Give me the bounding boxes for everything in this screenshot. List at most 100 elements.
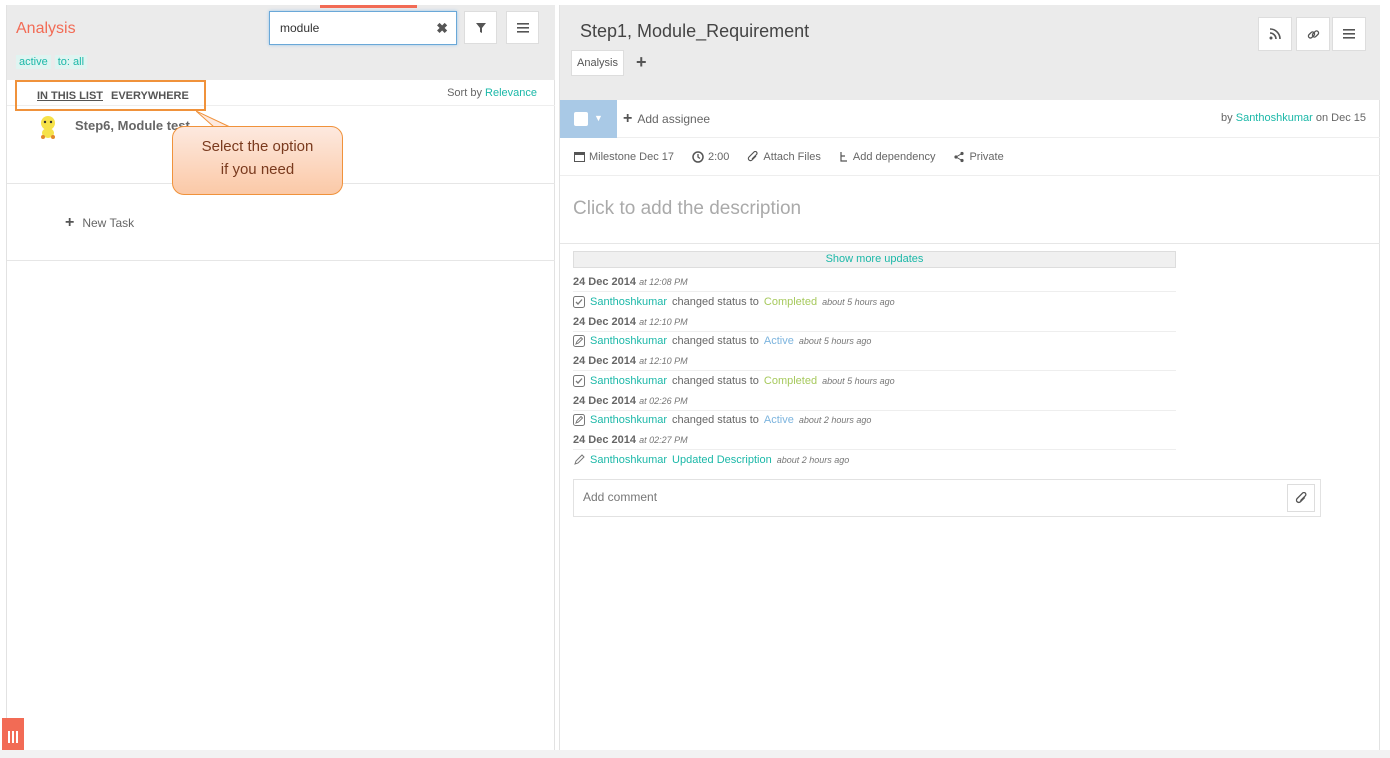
update-date-text: 24 Dec 2014 xyxy=(573,276,636,288)
update-time: at 12:08 PM xyxy=(639,277,688,287)
status-dropdown[interactable]: ▼ xyxy=(560,100,617,138)
update-date: 24 Dec 2014 at 12:08 PM xyxy=(573,273,1176,291)
link-button[interactable] xyxy=(1296,17,1330,51)
update-action[interactable]: Updated Description xyxy=(672,454,772,466)
by-label: by xyxy=(1221,112,1233,124)
update-ago: about 2 hours ago xyxy=(798,415,872,426)
task-title[interactable]: Step1, Module_Requirement xyxy=(580,21,809,42)
milestone-button[interactable]: Milestone Dec 17 xyxy=(574,151,674,163)
milestone-label: Milestone Dec 17 xyxy=(589,150,674,163)
funnel-icon xyxy=(475,22,486,33)
update-date-text: 24 Dec 2014 xyxy=(573,434,636,447)
sort-value-link[interactable]: Relevance xyxy=(485,87,537,99)
filter-tag-active[interactable]: active xyxy=(16,55,51,69)
update-line: Santhoshkumar Updated Description about … xyxy=(573,449,1176,469)
update-item: 24 Dec 2014 at 12:10 PM Santhoshkumar ch… xyxy=(573,313,1176,353)
hamburger-icon xyxy=(1343,29,1355,39)
add-assignee-button[interactable]: + Add assignee xyxy=(623,110,710,128)
new-task-button[interactable]: + New Task xyxy=(65,214,134,232)
top-accent-bar xyxy=(320,5,417,8)
update-user-link[interactable]: Santhoshkumar xyxy=(590,375,667,387)
update-time: at 12:10 PM xyxy=(639,316,688,327)
creator-link[interactable]: Santhoshkumar xyxy=(1236,112,1313,124)
clear-search-icon[interactable]: ✖ xyxy=(436,20,448,37)
update-date: 24 Dec 2014 at 12:10 PM xyxy=(573,352,1176,370)
checkbox-checked-icon xyxy=(573,295,585,308)
update-action: changed status to xyxy=(672,374,759,387)
update-ago: about 2 hours ago xyxy=(776,454,850,465)
list-menu-button[interactable] xyxy=(506,11,539,44)
link-icon xyxy=(1307,29,1319,39)
update-time: at 02:27 PM xyxy=(639,435,688,446)
update-item: 24 Dec 2014 at 02:27 PM Santhoshkumar Up… xyxy=(573,431,1176,471)
update-user-link[interactable]: Santhoshkumar xyxy=(590,454,667,466)
privacy-button[interactable]: Private xyxy=(953,150,1004,163)
status-checkbox[interactable] xyxy=(574,112,588,126)
scope-everywhere[interactable]: EVERYWHERE xyxy=(111,90,189,102)
task-list-panel: Analysis active to: all ✖ IN THIS LIST E… xyxy=(6,5,555,750)
task-meta-row: Milestone Dec 17 2:00 Attach Files Add d… xyxy=(560,138,1380,176)
show-more-updates-button[interactable]: Show more updates xyxy=(573,251,1176,268)
update-date: 24 Dec 2014 at 02:26 PM xyxy=(573,392,1176,410)
new-task-label: New Task xyxy=(82,216,135,230)
task-name[interactable]: Step6, Module test xyxy=(75,118,190,133)
update-user-link[interactable]: Santhoshkumar xyxy=(590,296,667,308)
clock-icon xyxy=(692,150,704,163)
created-date: on Dec 15 xyxy=(1315,112,1366,124)
list-tag[interactable]: Analysis xyxy=(571,50,624,76)
update-line: Santhoshkumar changed status to Complete… xyxy=(573,291,1176,311)
update-date: 24 Dec 2014 at 02:27 PM xyxy=(573,431,1176,449)
update-date-text: 24 Dec 2014 xyxy=(573,355,636,368)
sort-label: Sort by xyxy=(447,87,482,99)
update-date-text: 24 Dec 2014 xyxy=(573,315,636,328)
update-user-link[interactable]: Santhoshkumar xyxy=(590,414,667,426)
comment-box[interactable]: Add comment xyxy=(573,479,1321,517)
update-item: 24 Dec 2014 at 02:26 PM Santhoshkumar ch… xyxy=(573,392,1176,432)
update-user-link[interactable]: Santhoshkumar xyxy=(590,335,667,347)
filter-tag-to-all[interactable]: to: all xyxy=(54,55,88,69)
dependency-icon xyxy=(840,151,847,162)
time-estimate-button[interactable]: 2:00 xyxy=(692,151,729,163)
update-item: 24 Dec 2014 at 12:08 PM Santhoshkumar ch… xyxy=(573,273,1176,313)
comment-placeholder: Add comment xyxy=(583,490,658,504)
paperclip-icon xyxy=(1295,491,1306,503)
update-line: Santhoshkumar changed status to Complete… xyxy=(573,370,1176,390)
created-by: by Santhoshkumar on Dec 15 xyxy=(1221,112,1366,124)
attach-files-label: Attach Files xyxy=(763,150,821,163)
tutorial-callout: Select the option if you need xyxy=(172,126,343,195)
task-detail-panel: Step1, Module_Requirement Analysis + ▼ +… xyxy=(559,5,1380,750)
assignee-row: ▼ + Add assignee by Santhoshkumar on Dec… xyxy=(560,100,1380,138)
caret-down-icon: ▼ xyxy=(594,113,603,123)
update-status: Completed xyxy=(763,374,818,387)
avatar xyxy=(41,116,55,139)
update-ago: about 5 hours ago xyxy=(798,336,872,347)
filter-button[interactable] xyxy=(464,11,497,44)
scope-in-this-list[interactable]: IN THIS LIST xyxy=(37,90,103,102)
attach-files-button[interactable]: Attach Files xyxy=(747,150,821,163)
hamburger-icon xyxy=(516,22,529,33)
add-dependency-button[interactable]: Add dependency xyxy=(839,151,935,163)
feed-button[interactable] xyxy=(1258,17,1292,51)
plus-icon: + xyxy=(623,110,633,127)
list-header: Analysis active to: all ✖ xyxy=(7,5,555,80)
search-input[interactable] xyxy=(280,21,430,35)
update-status: Active xyxy=(763,335,794,348)
time-estimate: 2:00 xyxy=(708,150,730,163)
list-title: Analysis xyxy=(16,20,76,37)
update-time: at 02:26 PM xyxy=(639,395,688,406)
update-action: changed status to xyxy=(672,414,759,427)
bottom-bar xyxy=(0,750,1390,758)
update-status: Completed xyxy=(763,295,818,308)
detail-menu-button[interactable] xyxy=(1332,17,1366,51)
edit-box-icon xyxy=(573,414,585,427)
comment-attach-button[interactable] xyxy=(1287,484,1315,512)
privacy-label: Private xyxy=(969,150,1004,163)
callout-line-1: Select the option xyxy=(201,138,314,155)
update-action: changed status to xyxy=(672,335,759,348)
update-line: Santhoshkumar changed status to Active a… xyxy=(573,409,1176,430)
description-field[interactable]: Click to add the description xyxy=(573,198,801,220)
checkbox-checked-icon xyxy=(573,374,585,387)
add-tag-button[interactable]: + xyxy=(636,52,647,73)
filter-tags: active to: all xyxy=(16,55,88,69)
pencil-icon xyxy=(574,454,585,465)
